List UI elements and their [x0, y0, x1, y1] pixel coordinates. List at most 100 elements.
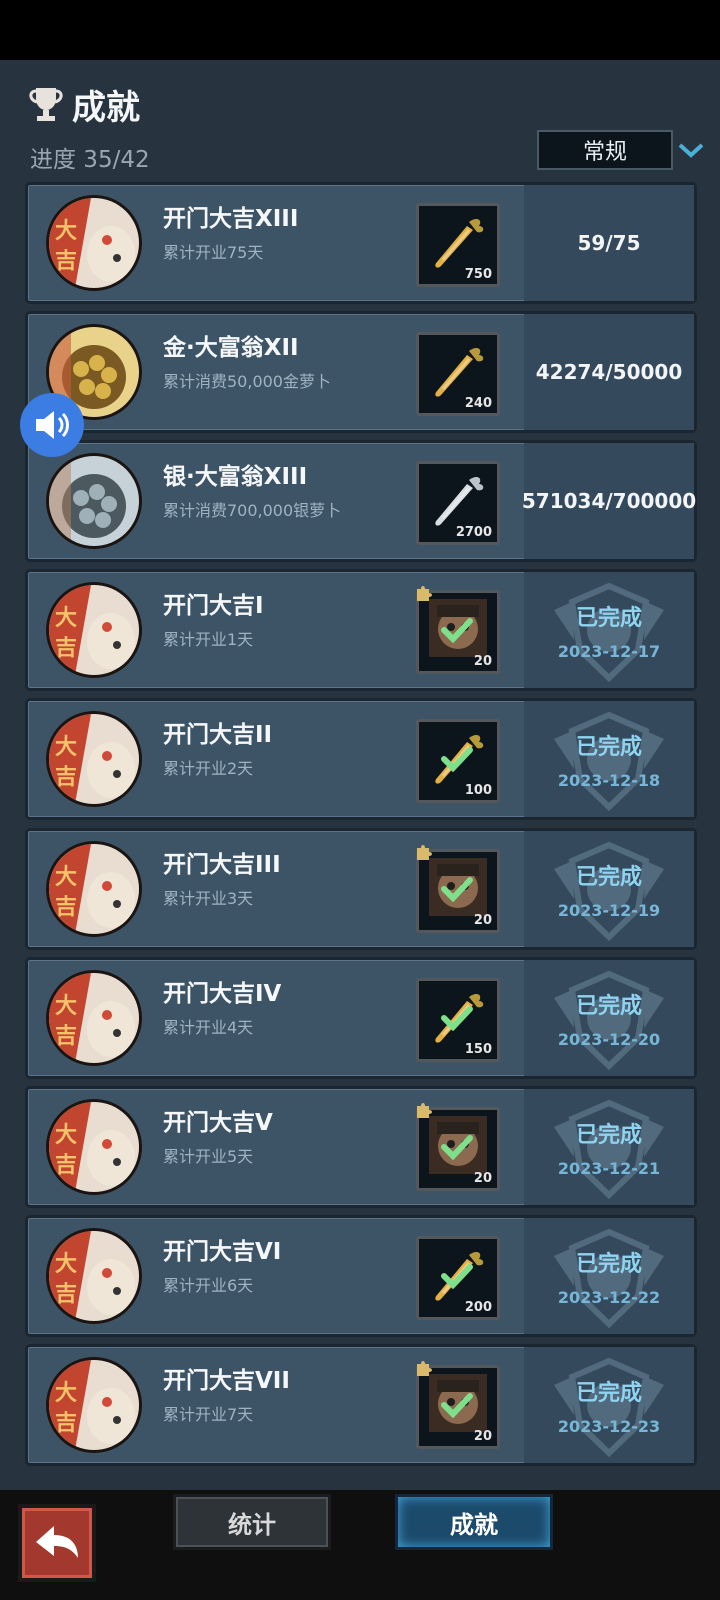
achievement-avatar: 大吉 [46, 1356, 142, 1453]
svg-text:吉: 吉 [55, 1281, 77, 1307]
svg-text:大: 大 [55, 735, 77, 760]
achievement-name: 开门大吉IV [163, 980, 282, 1007]
reward-slot[interactable]: 20 [416, 1102, 500, 1191]
reward-slot[interactable]: 150 [416, 977, 500, 1062]
bottom-nav [0, 1490, 720, 1600]
trophy-icon [29, 88, 63, 121]
tab-stats[interactable]: 统计 [173, 1494, 331, 1550]
achievement-name: 开门大吉V [163, 1109, 273, 1136]
progress-label: 进度 35/42 [30, 147, 150, 173]
achievement-desc: 累计开业7天 [163, 1404, 254, 1424]
svg-text:大: 大 [55, 1123, 77, 1148]
reward-slot[interactable]: 20 [416, 1360, 500, 1449]
reward-quantity: 20 [473, 1428, 492, 1444]
completed-label: 已完成 [575, 993, 642, 1019]
reward-quantity: 100 [464, 783, 492, 799]
back-button[interactable] [18, 1504, 96, 1582]
achievement-card[interactable]: 大吉开门大吉III 累计开业3天 20 已完成 2023-12-19 [25, 827, 697, 950]
svg-text:吉: 吉 [55, 1410, 77, 1436]
achievement-name: 开门大吉VI [163, 1238, 282, 1265]
svg-text:吉: 吉 [55, 248, 77, 274]
svg-text:吉: 吉 [55, 894, 77, 920]
achievement-card[interactable]: 大吉开门大吉VII 累计开业7天 20 已完成 2023-12-23 [25, 1343, 697, 1466]
achievement-desc: 累计开业5天 [163, 1146, 254, 1166]
reward-quantity: 240 [464, 396, 492, 412]
completed-date: 2023-12-18 [557, 771, 661, 791]
achievement-name: 开门大吉III [163, 851, 281, 878]
achievement-avatar: 大吉 [46, 582, 142, 679]
achievement-avatar: 大吉 [46, 969, 142, 1066]
reward-quantity: 20 [473, 654, 492, 670]
achievement-desc: 累计开业75天 [163, 243, 264, 262]
completed-label: 已完成 [575, 1122, 642, 1148]
achievement-card[interactable]: 金·大富翁XII 累计消费50,000金萝卜 240 42274/50000 [25, 311, 697, 434]
completed-label: 已完成 [575, 735, 642, 761]
page-title: 成就 [72, 88, 140, 128]
completed-label: 已完成 [575, 1251, 642, 1277]
reward-quantity: 20 [473, 912, 492, 928]
reward-quantity: 20 [473, 1170, 492, 1186]
achievement-desc: 累计开业6天 [163, 1275, 254, 1295]
achievement-desc: 累计开业1天 [163, 630, 254, 650]
achievement-card[interactable]: 大吉开门大吉I 累计开业1天 20 已完成 2023-12-17 [25, 569, 697, 692]
achievement-desc: 累计开业2天 [163, 759, 254, 779]
tab-achievements[interactable]: 成就 [395, 1494, 553, 1550]
reward-quantity: 750 [464, 267, 492, 282]
achievement-name: 开门大吉I [163, 593, 264, 620]
svg-text:大: 大 [55, 994, 77, 1019]
filter-dropdown[interactable]: 常规 [537, 130, 673, 170]
achievement-card[interactable]: 大吉 开门大吉XIII 累计开业75天 750 59/75 [25, 182, 697, 304]
achievement-desc: 累计消费700,000银萝卜 [163, 501, 342, 521]
achievement-desc: 累计开业3天 [163, 888, 254, 908]
achievement-progress: 59/75 [577, 231, 641, 255]
achievement-desc: 累计消费50,000金萝卜 [163, 372, 331, 392]
completed-date: 2023-12-22 [557, 1287, 661, 1307]
completed-label: 已完成 [575, 1380, 642, 1406]
reward-quantity: 2700 [455, 525, 492, 541]
svg-text:大: 大 [55, 219, 77, 244]
achievement-name: 金·大富翁XII [163, 335, 299, 362]
tab-achievements-label: 成就 [450, 1510, 498, 1539]
reward-slot[interactable]: 100 [416, 719, 500, 804]
achievement-name: 开门大吉VII [163, 1367, 290, 1394]
back-arrow-icon [36, 1526, 78, 1558]
status-bar [0, 0, 720, 60]
reward-quantity: 200 [464, 1299, 492, 1315]
svg-text:大: 大 [55, 606, 77, 631]
achievement-name: 银·大富翁XIII [163, 464, 308, 491]
reward-slot[interactable]: 750 [416, 203, 500, 287]
achievement-card[interactable]: 大吉 开门大吉VI 累计开业6天 200 已完成 2023-12-22 [25, 1214, 697, 1337]
svg-text:吉: 吉 [55, 1152, 77, 1178]
achievement-avatar: 大吉 [46, 711, 142, 808]
svg-text:大: 大 [55, 865, 77, 890]
svg-text:大: 大 [55, 1381, 77, 1406]
achievement-card[interactable]: 银·大富翁XIII 累计消费700,000银萝卜 2700 571034/700000 [25, 440, 697, 563]
achievement-card[interactable]: 大吉开门大吉IV 累计开业4天 150 已完成 2023-12-20 [25, 956, 697, 1079]
sound-button[interactable] [20, 393, 84, 457]
achievement-avatar: 大吉 [46, 840, 142, 937]
tab-stats-label: 统计 [228, 1510, 276, 1539]
filter-value: 常规 [582, 140, 627, 165]
completed-date: 2023-12-20 [557, 1029, 661, 1049]
speaker-icon [36, 411, 69, 439]
reward-slot[interactable]: 240 [416, 332, 500, 417]
svg-text:吉: 吉 [55, 1023, 77, 1049]
achievement-avatar [46, 453, 142, 550]
reward-slot[interactable]: 2700 [416, 461, 500, 546]
reward-slot[interactable]: 20 [416, 586, 500, 675]
achievement-name: 开门大吉XIII [163, 206, 299, 232]
achievement-card[interactable]: 大吉开门大吉V 累计开业5天 20 已完成 2023-12-21 [25, 1085, 697, 1208]
completed-date: 2023-12-21 [557, 1158, 661, 1178]
achievement-progress: 571034/700000 [521, 489, 697, 514]
svg-text:吉: 吉 [55, 635, 77, 661]
achievement-name: 开门大吉II [163, 722, 273, 749]
reward-slot[interactable]: 20 [416, 844, 500, 933]
achievement-list[interactable]: 大吉开门大吉XIII 累计开业75天 750 59/75 金·大富翁XII 累计消费50,… [15, 182, 705, 1482]
achievement-desc: 累计开业4天 [163, 1017, 254, 1037]
svg-text:大: 大 [55, 1252, 77, 1277]
achievement-card[interactable]: 大吉开门大吉II 累计开业2天 100 已完成 2023-12-18 [25, 698, 697, 821]
completed-date: 2023-12-19 [557, 900, 661, 920]
achievement-avatar: 大吉 [46, 1098, 142, 1195]
chevron-down-icon[interactable] [677, 142, 705, 160]
reward-slot[interactable]: 200 [416, 1235, 500, 1320]
